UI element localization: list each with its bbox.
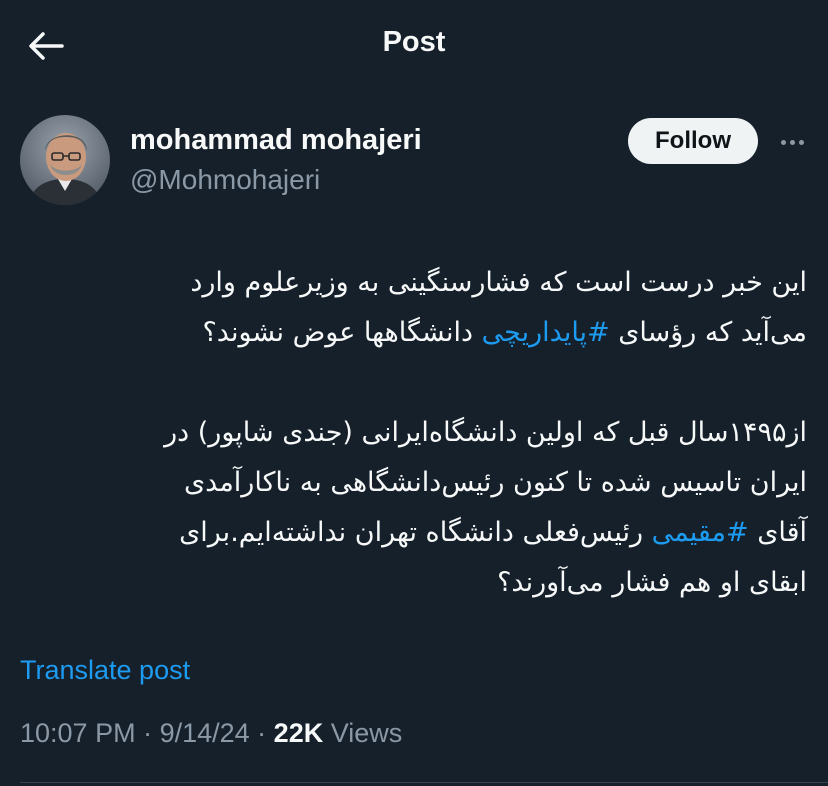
views-count: 22K: [273, 718, 324, 748]
post-text: این خبر درست است که فشارسنگینی به وزیرعل…: [20, 258, 807, 608]
post-metadata: 10:07 PM · 9/14/24 · 22K Views: [20, 718, 403, 748]
post-line: می‌آید که رؤسای #پایداریچی دانشگاهها عوض…: [202, 317, 807, 348]
top-bar: Post: [0, 0, 828, 90]
more-options-button[interactable]: [770, 120, 814, 164]
page-title: Post: [382, 26, 446, 58]
follow-button[interactable]: Follow: [628, 118, 758, 164]
more-horizontal-icon: [780, 139, 804, 145]
author-handle[interactable]: @Mohmohajeri: [130, 164, 320, 196]
post-date[interactable]: 9/14/24: [160, 718, 250, 748]
post-line: از۱۴۹۵سال قبل که اولین دانشگاه‌ایرانی (ج…: [164, 417, 807, 448]
views-label: Views: [323, 718, 403, 748]
profile-photo: [20, 115, 110, 205]
author-name[interactable]: mohammad mohajeri: [130, 124, 422, 157]
post-line: ایران تاسیس شده تا کنون رئیس‌دانشگاهی به…: [184, 467, 807, 498]
post-line: ابقای او هم فشار می‌آورند؟: [497, 567, 807, 598]
avatar[interactable]: [20, 115, 110, 205]
hashtag-link[interactable]: #پایداریچی: [482, 317, 610, 348]
post-author: mohammad mohajeri @Mohmohajeri Follow: [20, 112, 810, 212]
post-time[interactable]: 10:07 PM: [20, 718, 136, 748]
post-line: این خبر درست است که فشارسنگینی به وزیرعل…: [190, 267, 807, 298]
post-line: آقای #مقیمی رئیس‌فعلی دانشگاه تهران نداش…: [179, 517, 807, 548]
translate-post-link[interactable]: Translate post: [20, 655, 190, 686]
divider: [20, 782, 828, 783]
post-page: Post mohammad mohajeri @Mohmohajeri Foll…: [0, 0, 828, 786]
hashtag-link[interactable]: #مقیمی: [652, 517, 749, 548]
